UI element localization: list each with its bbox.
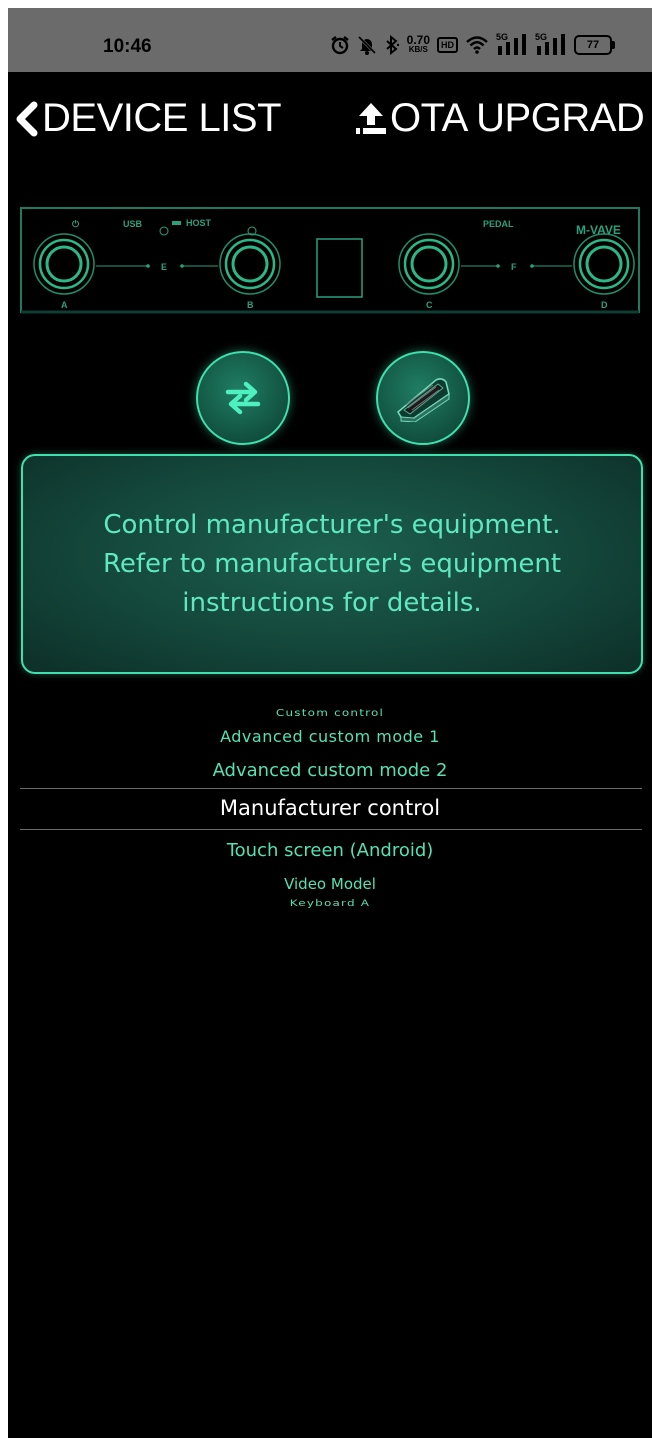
expression-pedal-icon (396, 378, 450, 422)
hd-badge: HD (437, 37, 458, 53)
device-list-label: DEVICE LIST (42, 96, 282, 140)
mode-option[interactable]: Touch screen (Android) (8, 840, 652, 861)
mode-option-selected[interactable]: Manufacturer control (8, 796, 652, 820)
usb-label: USB (123, 219, 143, 229)
footswitch-c (398, 233, 460, 295)
footswitch-b (219, 233, 281, 295)
status-time: 10:46 (103, 36, 152, 57)
info-line: instructions for details. (182, 587, 482, 618)
upload-icon (356, 102, 386, 134)
chevron-left-icon (16, 101, 38, 136)
picker-divider (20, 788, 642, 789)
label-d: D (601, 300, 608, 310)
label-c: C (426, 300, 433, 310)
info-card: Control manufacturer's equipment. Refer … (21, 454, 643, 674)
mode-option[interactable]: Advanced custom mode 2 (8, 760, 652, 781)
host-label: HOST (186, 218, 212, 228)
device-screen (316, 238, 363, 298)
label-f: F (511, 262, 517, 272)
device-list-button[interactable]: DEVICE LIST (12, 96, 282, 141)
battery-icon: 77 (574, 35, 615, 55)
footswitch-d (573, 233, 635, 295)
bluetooth-icon (384, 35, 400, 55)
mode-option[interactable]: Video Model (8, 875, 652, 893)
mode-option[interactable]: Keyboard A (8, 898, 652, 909)
signal-icon: 5G (535, 32, 567, 56)
mute-icon (357, 35, 377, 55)
status-icons: 0.70 KB/S HD 5G 5G 77 (330, 32, 615, 58)
picker-divider (20, 829, 642, 830)
app-screen: 10:46 0.70 KB/S HD 5G 5G 77 DEVICE LIST … (8, 8, 652, 1438)
ota-upgrade-label: OTA UPGRAD (390, 96, 645, 140)
mode-option[interactable]: Custom control (8, 707, 652, 718)
device-diagram: ⏻ USB HOST PEDAL M-VAVE A B C D E F (20, 207, 640, 314)
ota-upgrade-button[interactable]: OTA UPGRAD (352, 96, 645, 141)
info-text: Control manufacturer's equipment. Refer … (52, 506, 612, 623)
label-b: B (247, 300, 254, 310)
network-speed: 0.70 KB/S (406, 33, 430, 54)
pedal-label: PEDAL (483, 219, 514, 229)
wifi-icon (465, 35, 489, 55)
info-line: Refer to manufacturer's equipment (102, 548, 562, 579)
brand-label: M-VAVE (576, 223, 621, 237)
label-a: A (61, 300, 68, 310)
swap-arrows-icon (225, 381, 261, 415)
alarm-icon (330, 35, 350, 55)
status-bar: 10:46 0.70 KB/S HD 5G 5G 77 (8, 8, 652, 72)
swap-mode-button[interactable] (196, 351, 290, 445)
pedal-mode-button[interactable] (376, 351, 470, 445)
signal-icon: 5G (496, 32, 528, 56)
label-e: E (161, 262, 167, 272)
info-line: Control manufacturer's equipment. (103, 509, 561, 540)
mode-option[interactable]: Advanced custom mode 1 (8, 727, 652, 746)
power-label: ⏻ (72, 219, 80, 229)
footswitch-a (33, 233, 95, 295)
